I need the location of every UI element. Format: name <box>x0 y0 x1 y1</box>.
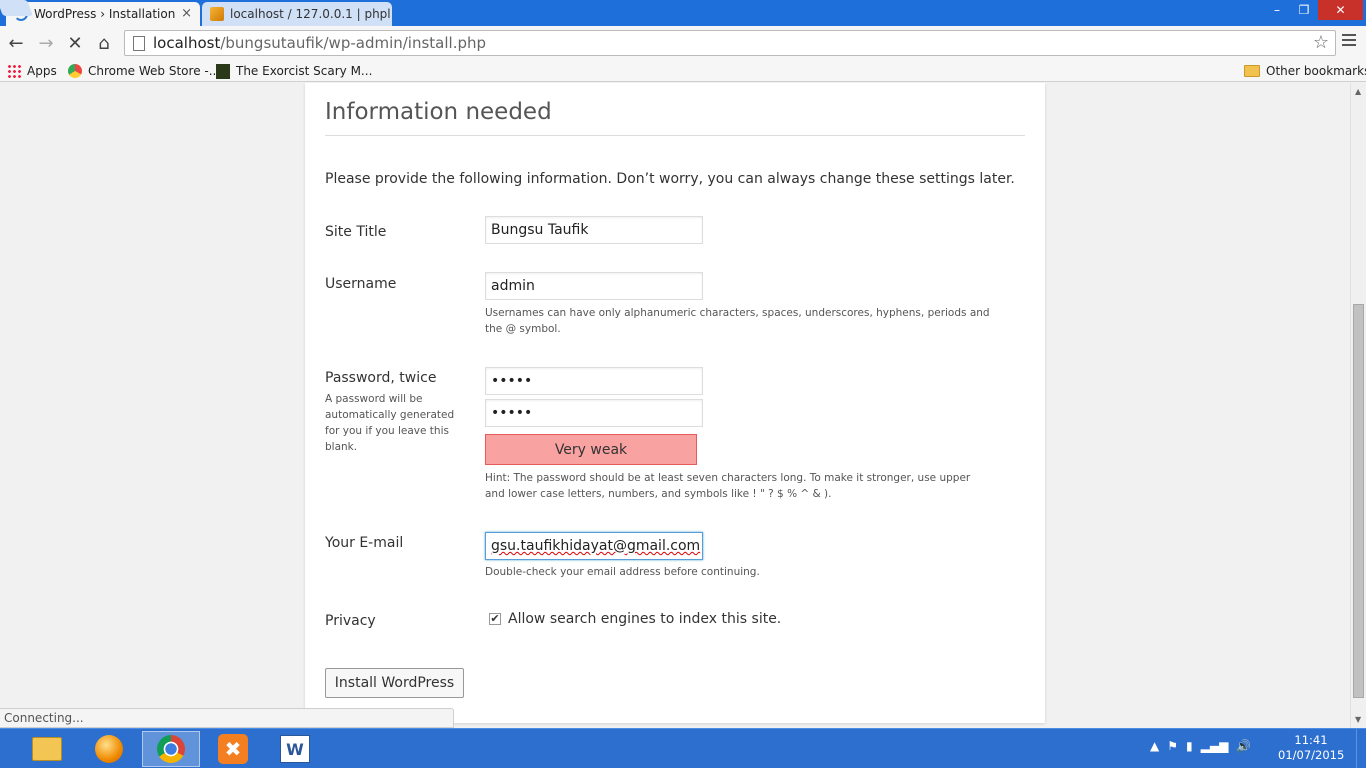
bookmark-label: The Exorcist Scary M... <box>236 64 373 78</box>
xampp-icon: ✖ <box>218 734 248 764</box>
vertical-scrollbar[interactable]: ▲ ▼ <box>1350 83 1366 728</box>
password-strength-indicator: Very weak <box>485 434 697 465</box>
browser-toolbar: ← → ✕ ⌂ localhost/bungsutaufik/wp-admin/… <box>0 26 1366 60</box>
clock-date: 01/07/2015 <box>1278 748 1345 762</box>
status-bubble: Connecting... <box>0 708 454 728</box>
url-host: localhost <box>153 34 221 52</box>
scroll-up-arrow-icon[interactable]: ▲ <box>1355 87 1361 96</box>
url-path: /bungsutaufik/wp-admin/install.php <box>220 34 487 52</box>
windows-taskbar: ✖ W ▲ ⚑ ▮ ▂▄▆ 🔊 11:41 01/07/2015 <box>0 728 1366 768</box>
username-input[interactable]: admin <box>485 272 703 300</box>
password-hint: Hint: The password should be at least se… <box>485 472 971 500</box>
show-desktop-button[interactable] <box>1356 729 1366 768</box>
email-value: gsu.taufikhidayat@gmail.com <box>491 538 701 554</box>
username-value: admin <box>491 278 535 294</box>
scrollbar-thumb[interactable] <box>1353 304 1364 698</box>
site-title-value: Bungsu Taufik <box>491 222 589 238</box>
page-icon <box>133 35 145 51</box>
password-value-1: ••••• <box>491 373 533 389</box>
chrome-icon <box>157 735 185 763</box>
tray-chevron-icon[interactable]: ▲ <box>1150 739 1159 753</box>
tab-title: localhost / 127.0.0.1 | phpl <box>230 7 391 21</box>
bookmark-label: Chrome Web Store -... <box>88 64 221 78</box>
bookmark-exorcist[interactable]: The Exorcist Scary M... <box>216 62 372 80</box>
email-input[interactable]: gsu.taufikhidayat@gmail.com <box>485 532 703 560</box>
email-hint: Double-check your email address before c… <box>485 566 760 578</box>
close-window-button[interactable]: ✕ <box>1318 0 1363 20</box>
username-label: Username <box>325 276 397 292</box>
bookmark-label: Apps <box>27 64 57 78</box>
password-input-2[interactable]: ••••• <box>485 399 703 427</box>
file-explorer-icon <box>32 737 62 761</box>
taskbar-word[interactable]: W <box>266 731 324 767</box>
password-input-1[interactable]: ••••• <box>485 367 703 395</box>
taskbar-clock[interactable]: 11:41 01/07/2015 <box>1278 733 1344 763</box>
battery-icon[interactable]: ▮ <box>1186 739 1193 753</box>
bookmark-star-icon[interactable]: ☆ <box>1313 32 1329 53</box>
intro-text: Please provide the following information… <box>325 171 1015 187</box>
taskbar-xampp[interactable]: ✖ <box>204 731 262 767</box>
back-arrow-icon[interactable]: ← <box>4 31 28 55</box>
password-label-hint: A password will be automatically generat… <box>325 393 455 453</box>
home-icon[interactable]: ⌂ <box>92 31 116 55</box>
clock-time: 11:41 <box>1294 733 1328 747</box>
bookmark-chrome-web-store[interactable]: Chrome Web Store -... <box>68 62 220 80</box>
site-title-input[interactable]: Bungsu Taufik <box>485 216 703 244</box>
action-center-flag-icon[interactable]: ⚑ <box>1167 739 1178 753</box>
chrome-web-store-icon <box>68 64 82 78</box>
taskbar-media-player[interactable] <box>80 731 138 767</box>
browser-title-bar: WordPress › Installation × localhost / 1… <box>0 0 1366 26</box>
tab-title: WordPress › Installation <box>34 7 176 21</box>
password-value-2: ••••• <box>491 405 533 421</box>
chrome-menu-icon[interactable] <box>1342 34 1356 49</box>
phpmyadmin-icon <box>210 7 224 21</box>
bookmarks-bar: Apps Chrome Web Store -... The Exorcist … <box>0 60 1366 82</box>
word-icon: W <box>280 735 310 763</box>
maximize-button[interactable]: ❐ <box>1291 0 1317 20</box>
privacy-checkbox[interactable]: ✔ <box>489 613 501 625</box>
taskbar-file-explorer[interactable] <box>18 731 76 767</box>
network-signal-icon[interactable]: ▂▄▆ <box>1201 739 1229 753</box>
apps-grid-icon <box>7 64 21 78</box>
other-bookmarks-label: Other bookmarks <box>1266 64 1366 78</box>
forward-arrow-icon[interactable]: → <box>34 31 58 55</box>
exorcist-favicon-icon <box>216 63 230 79</box>
scroll-down-arrow-icon[interactable]: ▼ <box>1355 715 1361 724</box>
system-tray: ▲ ⚑ ▮ ▂▄▆ 🔊 <box>1150 739 1251 753</box>
install-wordpress-button[interactable]: Install WordPress <box>325 668 464 698</box>
site-title-label: Site Title <box>325 224 387 240</box>
volume-icon[interactable]: 🔊 <box>1236 739 1251 753</box>
bookmark-apps[interactable]: Apps <box>7 62 57 80</box>
other-bookmarks[interactable]: Other bookmarks <box>1244 62 1366 80</box>
tab-close-icon[interactable]: × <box>181 6 192 21</box>
tab-phpmyadmin[interactable]: localhost / 127.0.0.1 | phpl <box>202 2 392 26</box>
password-label: Password, twice <box>325 370 437 386</box>
email-label: Your E-mail <box>325 535 404 551</box>
privacy-checkbox-label[interactable]: Allow search engines to index this site. <box>508 611 781 627</box>
taskbar-chrome[interactable] <box>142 731 200 767</box>
install-form-card: Information needed Please provide the fo… <box>305 83 1045 723</box>
tab-wordpress-installation[interactable]: WordPress › Installation × <box>6 2 200 26</box>
minimize-button[interactable]: – <box>1264 0 1290 20</box>
page-viewport: Information needed Please provide the fo… <box>0 83 1350 728</box>
privacy-label: Privacy <box>325 613 376 629</box>
stop-loading-icon[interactable]: ✕ <box>63 31 87 55</box>
new-tab-button[interactable] <box>0 0 33 16</box>
address-bar[interactable]: localhost/bungsutaufik/wp-admin/install.… <box>124 30 1336 56</box>
page-title: Information needed <box>325 99 1025 136</box>
folder-icon <box>1244 65 1260 77</box>
username-hint: Usernames can have only alphanumeric cha… <box>485 307 990 335</box>
media-player-icon <box>95 735 123 763</box>
